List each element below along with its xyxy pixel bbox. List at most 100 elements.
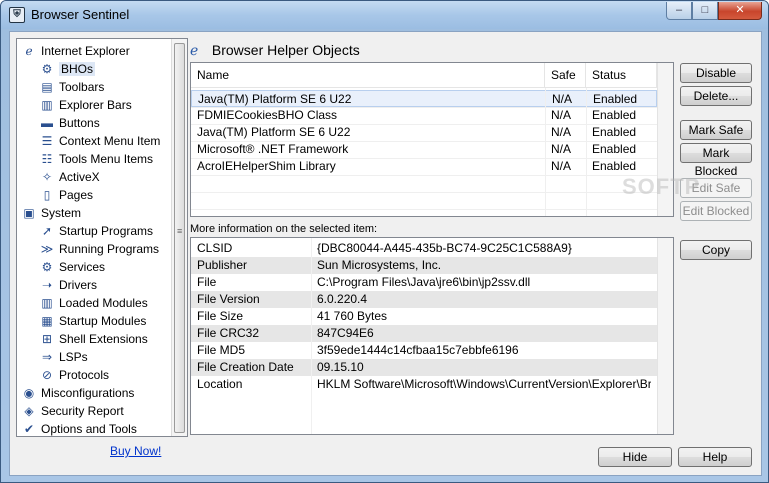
tree-item-label: Pages (59, 187, 94, 202)
startup-modules-icon: ▦ (41, 313, 53, 328)
tree-item-context-menu-item[interactable]: ☰ Context Menu Item (39, 131, 161, 149)
tree-scroll-thumb[interactable]: ≡ (174, 43, 185, 433)
info-row[interactable]: File Version 6.0.220.4 (191, 291, 657, 308)
tree-item-tools-menu-items[interactable]: ☷ Tools Menu Items (39, 149, 153, 167)
disable-button[interactable]: Disable (680, 63, 752, 83)
list-row[interactable]: Microsoft® .NET Framework N/A Enabled (191, 141, 657, 158)
tree-item-system[interactable]: ▣ System (21, 203, 81, 221)
column-name[interactable]: Name (191, 63, 545, 88)
context-menu-icon: ☰ (41, 133, 53, 148)
info-key: File MD5 (197, 343, 246, 357)
tree-item-buttons[interactable]: ▬ Buttons (39, 113, 100, 131)
tree-item-label: System (41, 205, 82, 220)
tree-item-drivers[interactable]: ➝ Drivers (39, 275, 97, 293)
tree-item-loaded-modules[interactable]: ▥ Loaded Modules (39, 293, 148, 311)
info-value: 6.0.220.4 (317, 292, 368, 306)
info-scrollbar[interactable] (657, 238, 673, 434)
tree-item-activex[interactable]: ✧ ActiveX (39, 167, 100, 185)
tree-item-options-and-tools[interactable]: ✔ Options and Tools (21, 419, 137, 436)
info-row[interactable]: File MD5 3f59ede1444c14cfbaa15c7ebbfe6196 (191, 342, 657, 359)
list-row[interactable]: Java(TM) Platform SE 6 U22 N/A Enabled (191, 90, 657, 107)
help-button[interactable]: Help (678, 447, 752, 467)
system-icon: ▣ (23, 205, 35, 220)
edit-blocked-button[interactable]: Edit Blocked (680, 201, 752, 221)
category-tree[interactable]: ℯ Internet Explorer ⚙ BHOs ▤ Toolbars ▥ Explore… (16, 38, 188, 437)
list-cell-status: Enabled (592, 142, 637, 156)
list-row[interactable]: Java(TM) Platform SE 6 U22 N/A Enabled (191, 124, 657, 141)
tree-item-label: Startup Modules (59, 313, 147, 328)
shield-app-icon: ⛨ (9, 7, 25, 23)
list-cell-safe: N/A (551, 108, 572, 122)
tree-item-services[interactable]: ⚙ Services (39, 257, 105, 275)
tree-item-label: Internet Explorer (41, 43, 130, 58)
tree-item-pages[interactable]: ▯ Pages (39, 185, 93, 203)
list-header: Name Safe Status (191, 63, 673, 88)
list-row[interactable]: FDMIECookiesBHO Class N/A Enabled (191, 107, 657, 124)
column-status[interactable]: Status (586, 63, 657, 88)
info-table[interactable]: CLSID {DBC80044-A445-435b-BC74-9C25C1C588… (190, 237, 674, 435)
misconfig-icon: ◉ (23, 385, 35, 400)
info-key: File Creation Date (197, 360, 294, 374)
info-key: CLSID (197, 241, 233, 255)
watermark: SOFTP (622, 174, 701, 199)
tree-item-internet-explorer[interactable]: ℯ Internet Explorer (21, 41, 130, 59)
tree-item-startup-modules[interactable]: ▦ Startup Modules (39, 311, 146, 329)
tools-menu-icon: ☷ (41, 151, 53, 166)
info-row[interactable]: File Size 41 760 Bytes (191, 308, 657, 325)
drivers-icon: ➝ (41, 277, 53, 292)
list-row[interactable]: AcroIEHelperShim Library N/A Enabled (191, 158, 657, 175)
delete-button[interactable]: Delete... (680, 86, 752, 106)
tree-item-label: Startup Programs (59, 223, 154, 238)
lsp-icon: ⇒ (41, 349, 53, 364)
options-icon: ✔ (23, 421, 35, 436)
main-window: ⛨ Browser Sentinel – □ ✕ ℯ Internet Explo… (0, 0, 769, 483)
report-icon: ◈ (24, 403, 34, 418)
tree-item-label: Options and Tools (41, 421, 137, 436)
close-button[interactable]: ✕ (718, 2, 762, 20)
tree-item-label: Buttons (59, 115, 100, 130)
tree-item-label: ActiveX (59, 169, 100, 184)
tree-scrollbar[interactable]: ≡ (171, 39, 187, 436)
tree-item-label: Protocols (59, 367, 110, 382)
info-value: 41 760 Bytes (317, 309, 388, 323)
mark-blocked-button[interactable]: Mark Blocked (680, 143, 752, 178)
copy-button[interactable]: Copy (680, 240, 752, 260)
tree-item-misconfigurations[interactable]: ◉ Misconfigurations (21, 383, 135, 401)
info-row[interactable]: Publisher Sun Microsystems, Inc. (191, 257, 657, 274)
tree-item-toolbars[interactable]: ▤ Toolbars (39, 77, 104, 95)
info-row[interactable]: File C:\Program Files\Java\jre6\bin\jp2ss… (191, 274, 657, 291)
modules-icon: ▥ (41, 295, 53, 310)
tree-item-lsps[interactable]: ⇒ LSPs (39, 347, 88, 365)
info-row[interactable]: Location HKLM Software\Microsoft\Windows\… (191, 376, 657, 393)
tree-item-security-report[interactable]: ◈ Security Report (21, 401, 124, 419)
info-key: Publisher (197, 258, 248, 272)
column-safe[interactable]: Safe (545, 63, 586, 88)
buy-now-link[interactable]: Buy Now! (110, 444, 161, 458)
section-title: Browser Helper Objects (211, 42, 360, 58)
tree-item-protocols[interactable]: ⊘ Protocols (39, 365, 109, 383)
info-value: Sun Microsystems, Inc. (317, 258, 442, 272)
tree-item-label: LSPs (59, 349, 88, 364)
minimize-button[interactable]: – (666, 2, 692, 20)
info-row[interactable]: CLSID {DBC80044-A445-435b-BC74-9C25C1C588… (191, 240, 657, 257)
list-cell-name: Microsoft® .NET Framework (197, 142, 349, 156)
tree-item-explorer-bars[interactable]: ▥ Explorer Bars (39, 95, 131, 113)
info-value: 09.15.10 (317, 360, 364, 374)
maximize-button[interactable]: □ (692, 2, 718, 20)
tree-item-bhos[interactable]: ⚙ BHOs (39, 59, 96, 77)
tree-item-startup-programs[interactable]: ➚ Startup Programs (39, 221, 153, 239)
info-row[interactable]: File Creation Date 09.15.10 (191, 359, 657, 376)
info-row[interactable]: File CRC32 847C94E6 (191, 325, 657, 342)
title-bar[interactable]: ⛨ Browser Sentinel – □ ✕ (1, 1, 768, 29)
bho-list[interactable]: Name Safe Status Java(TM) Platform SE 6 … (190, 62, 674, 217)
tree-item-running-programs[interactable]: ≫ Running Programs (39, 239, 159, 257)
list-cell-name: AcroIEHelperShim Library (197, 159, 336, 173)
tree-item-label: Loaded Modules (59, 295, 148, 310)
mark-safe-button[interactable]: Mark Safe (680, 120, 752, 140)
tree-item-label: Security Report (41, 403, 124, 418)
tree-item-shell-extensions[interactable]: ⊞ Shell Extensions (39, 329, 148, 347)
plugin-icon: ⚙ (41, 61, 53, 76)
tree-item-label: Toolbars (59, 79, 105, 94)
hide-button[interactable]: Hide (598, 447, 672, 467)
list-cell-safe: N/A (551, 142, 572, 156)
